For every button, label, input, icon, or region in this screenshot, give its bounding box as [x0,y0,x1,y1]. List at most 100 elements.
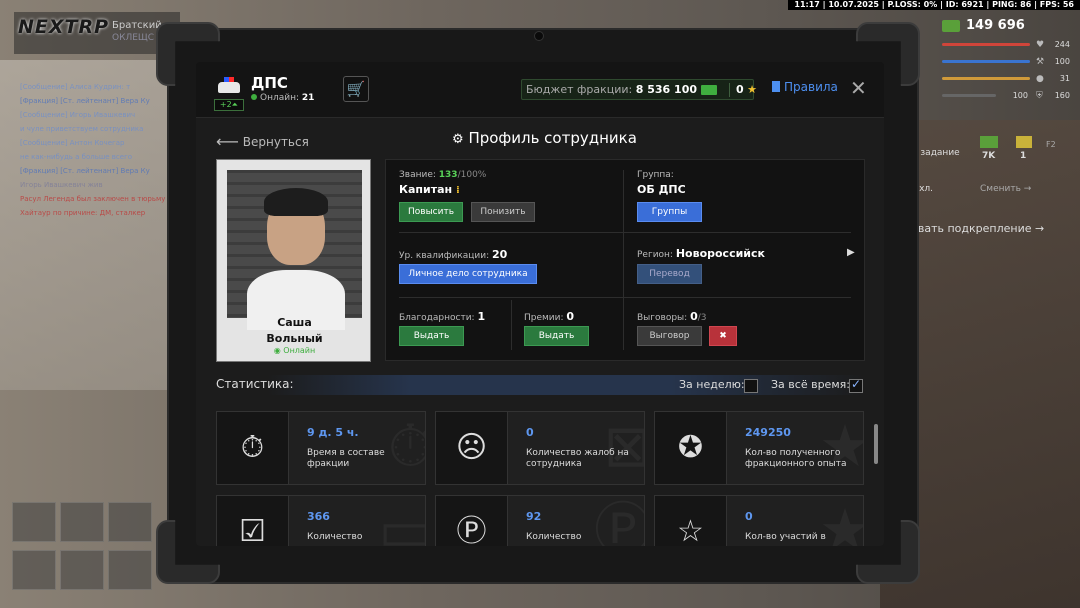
armor-value-2: 100 [1012,91,1028,100]
exp-icon: ✪ [655,412,727,484]
first-name: Саша [277,316,312,329]
online-counter: Онлайн: 21 [251,93,314,103]
hunger-row: ● 31 [942,73,1070,84]
quickslot[interactable] [60,502,104,542]
warn-label-text: Выговоры: [637,313,688,323]
quickslot[interactable] [108,550,152,590]
quickslot[interactable] [60,550,104,590]
quickslot[interactable] [12,502,56,542]
rank-progress: 133 [438,170,458,180]
demote-button[interactable]: Понизить [471,202,535,222]
page-title: ⚙ Профиль сотрудника [452,129,637,147]
food-icon: ● [1036,73,1044,84]
groups-button[interactable]: Группы [637,202,702,222]
quickslot[interactable] [108,502,152,542]
warn-value: 0 [690,310,698,323]
money-display: 149 696 [942,18,1070,33]
online-count: 21 [301,93,315,103]
stat-tile: ★ ✪ 249250 Кол-во полученного фракционно… [654,411,864,485]
backup-hint: звать подкрепление → [912,222,1045,235]
fire-employee-button[interactable]: ✖ [709,326,737,346]
promote-button[interactable]: Повысить [399,202,463,222]
health-bar [942,43,1030,46]
thanks-label: Благодарности: 1 [399,310,485,323]
chat-line: [Фракция] [Ст. лейтенант] Вера Ку [20,97,150,105]
qual-value: 20 [492,248,508,261]
stat-tile: ▭ ☑ 366 Количество [216,495,426,546]
side-cash: 7K [982,151,996,161]
rank-total: /100% [457,170,487,180]
clipboard-icon: ☑ [217,496,289,546]
complaint-icon: ☹ [436,412,508,484]
player-hud: 149 696 ♥ 244 ⚒ 100 ● 31 100 ⛨ 160 [942,18,1070,101]
chat-line: Расул Легенда был заключен в тюрьму [20,195,166,203]
stat-tile: ⏱ ⏱ 9 д. 5 ч. Время в составе фракции [216,411,426,485]
book-icon [772,81,780,92]
system-status-bar: 11:17 | 10.07.2025 | P.LOSS: 0% | ID: 69… [788,0,1080,10]
tablet-screen: +2⏶ ДПС Онлайн: 21 🛒 Бюджет фракции: 8 5… [196,62,884,546]
close-button[interactable]: ✕ [850,76,867,100]
server-name: Братский ОКЛЕЩС [112,20,162,44]
stamina-value: 100 [1054,57,1070,66]
inventory-quickbar [10,500,165,596]
region-value: Новороссийск [675,247,765,260]
run-icon: ⚒ [1036,56,1045,67]
stopwatch-icon: ⏱ [217,412,289,484]
rank-value: Капитан ⁞ [399,183,460,196]
scrollbar[interactable] [874,424,878,464]
budget-value: 8 536 100 [635,83,698,96]
last-name: Вольный [266,332,323,345]
statistics-bar: Статистика: За неделю: За всё время: [216,375,864,395]
dossier-button[interactable]: Личное дело сотрудника [399,264,537,284]
bonus-label-text: Премии: [524,313,564,323]
divider [511,300,512,350]
change-hint: Сменить → [980,184,1032,194]
shop-cart-button[interactable]: 🛒 [343,76,369,102]
gear-icon: ⚙ [452,132,464,147]
armor-row: 100 ⛨ 160 [942,90,1070,101]
online-label: Онлайн: [260,93,300,103]
chat-line: Игорь Ивашкевич жив [20,181,103,189]
chat-line: [Сообщение] Алиса Кудрин: т [20,83,131,91]
warning-button[interactable]: Выговор [637,326,702,346]
give-thanks-button[interactable]: Выдать [399,326,464,346]
remove-user-icon: ✖ [719,331,727,341]
rank-label-text: Звание: [399,170,436,180]
give-bonus-button[interactable]: Выдать [524,326,589,346]
rank-label: Звание: 133/100% [399,170,486,180]
gold-icon [1016,136,1032,148]
qual-label-text: Ур. квалификации: [399,251,490,261]
week-filter-checkbox[interactable] [744,379,758,393]
hunger-value: 31 [1059,74,1070,83]
server-title: Братский [112,20,162,31]
stat-value: 0 [526,426,534,439]
quickslot[interactable] [12,550,56,590]
server-subtitle: ОКЛЕЩС [112,33,155,43]
transfer-button[interactable]: Перевод [637,264,702,284]
alltime-filter-checkbox[interactable] [849,377,863,393]
key-hint: F2 [1046,140,1056,149]
region-label-text: Регион: [637,250,673,260]
employee-name: Саша Вольный [217,315,372,347]
divider [399,232,851,233]
back-label: Вернуться [242,135,309,149]
chat-line: и чуле приветствуем сотрудника [20,125,144,133]
back-button[interactable]: ⟵ Вернуться [216,132,309,151]
armor-bar [942,94,996,97]
statistics-label: Статистика: [216,377,294,391]
rules-link[interactable]: Правила [772,80,838,94]
stamina-row: ⚒ 100 [942,56,1070,67]
stat-text: Кол-во участий в [745,532,826,542]
chat-line: [Фракция] [Ст. лейтенант] Вера Ку [20,167,150,175]
faction-badge: +2⏶ [214,99,244,111]
task-hint: е задание [912,148,960,158]
week-filter-label: За неделю: [679,378,745,391]
shield-icon: ⛨ [1036,90,1043,101]
rank-stripes-icon: ⁞ [455,185,460,196]
health-value: 244 [1054,40,1070,49]
region-arrow-icon[interactable]: ▶ [847,247,855,258]
bonus-value: 0 [566,310,575,323]
police-car-icon [216,74,242,98]
stat-tile: Ⓟ Ⓟ 92 Количество [435,495,645,546]
alltime-filter-label: За всё время: [771,378,850,391]
